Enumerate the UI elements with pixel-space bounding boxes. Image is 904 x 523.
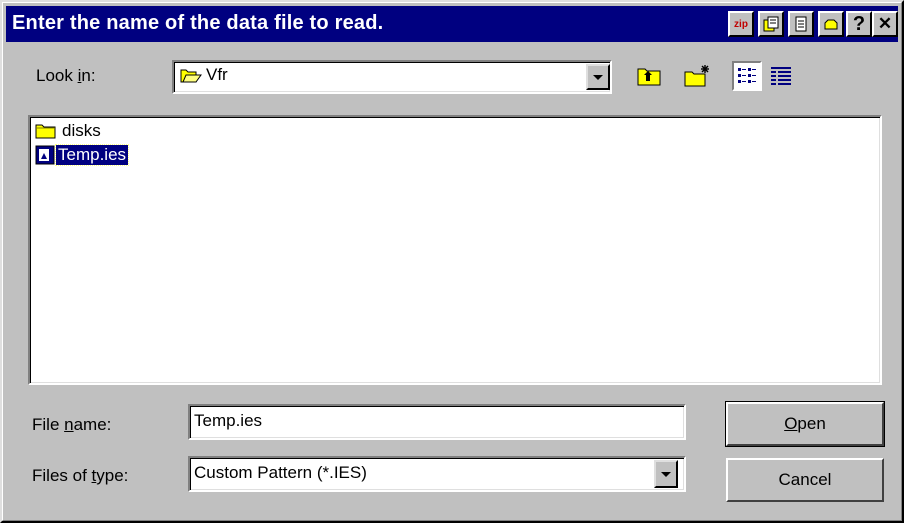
folder-icon: [35, 124, 56, 139]
new-folder-icon: [684, 65, 709, 87]
open-folder-icon: [180, 69, 202, 83]
file-name-input[interactable]: Temp.ies: [188, 404, 686, 440]
file-type-value: Custom Pattern (*.IES): [194, 463, 367, 482]
file-name-label: File name:: [32, 415, 112, 434]
file-type-label: Files of type:: [32, 466, 129, 485]
details-view-button[interactable]: [766, 61, 796, 91]
list-item-folder[interactable]: disks: [35, 120, 103, 142]
cancel-button[interactable]: Cancel: [726, 458, 884, 502]
details-view-icon: [771, 67, 791, 85]
close-icon: ✕: [877, 14, 893, 33]
title-bar[interactable]: Enter the name of the data file to read.…: [6, 6, 898, 42]
file-name-value: Temp.ies: [194, 411, 263, 430]
list-item-file[interactable]: Temp.ies: [35, 144, 130, 166]
save-copy-button[interactable]: [758, 11, 784, 37]
chevron-down-icon: [593, 74, 603, 80]
zip-icon: zip: [734, 18, 748, 30]
help-icon: ?: [852, 12, 866, 35]
file-list[interactable]: disks Temp.ies: [28, 115, 882, 385]
list-view-button[interactable]: [732, 61, 762, 91]
look-in-label: Look in:: [36, 66, 96, 85]
save-copy-icon: [763, 16, 779, 32]
zip-button[interactable]: zip: [728, 11, 754, 37]
look-in-value: Vfr: [206, 65, 228, 84]
close-button[interactable]: ✕: [872, 11, 898, 37]
file-name: Temp.ies: [54, 144, 130, 166]
help-button[interactable]: ?: [846, 11, 872, 37]
up-folder-icon: [637, 68, 661, 86]
open-button-label: Open: [784, 414, 826, 433]
file-type-dropdown[interactable]: Custom Pattern (*.IES): [188, 456, 686, 492]
cancel-button-label: Cancel: [778, 470, 832, 489]
folder-name: disks: [62, 121, 101, 140]
document-button[interactable]: [788, 11, 814, 37]
file-icon: [35, 145, 55, 165]
list-view-icon: [738, 68, 756, 83]
open-button[interactable]: Open: [725, 401, 885, 447]
minimize-button[interactable]: [818, 11, 844, 37]
document-icon: [795, 16, 807, 32]
up-one-level-button[interactable]: [634, 61, 664, 91]
window-title: Enter the name of the data file to read.: [12, 12, 384, 34]
create-new-folder-button[interactable]: [682, 61, 712, 91]
chevron-down-icon: [661, 471, 671, 477]
file-type-dropdown-button[interactable]: [654, 460, 678, 488]
look-in-dropdown-button[interactable]: [586, 64, 610, 90]
look-in-dropdown[interactable]: Vfr: [172, 60, 612, 94]
minimize-icon: [824, 19, 838, 30]
file-open-dialog: Enter the name of the data file to read.…: [0, 0, 904, 523]
